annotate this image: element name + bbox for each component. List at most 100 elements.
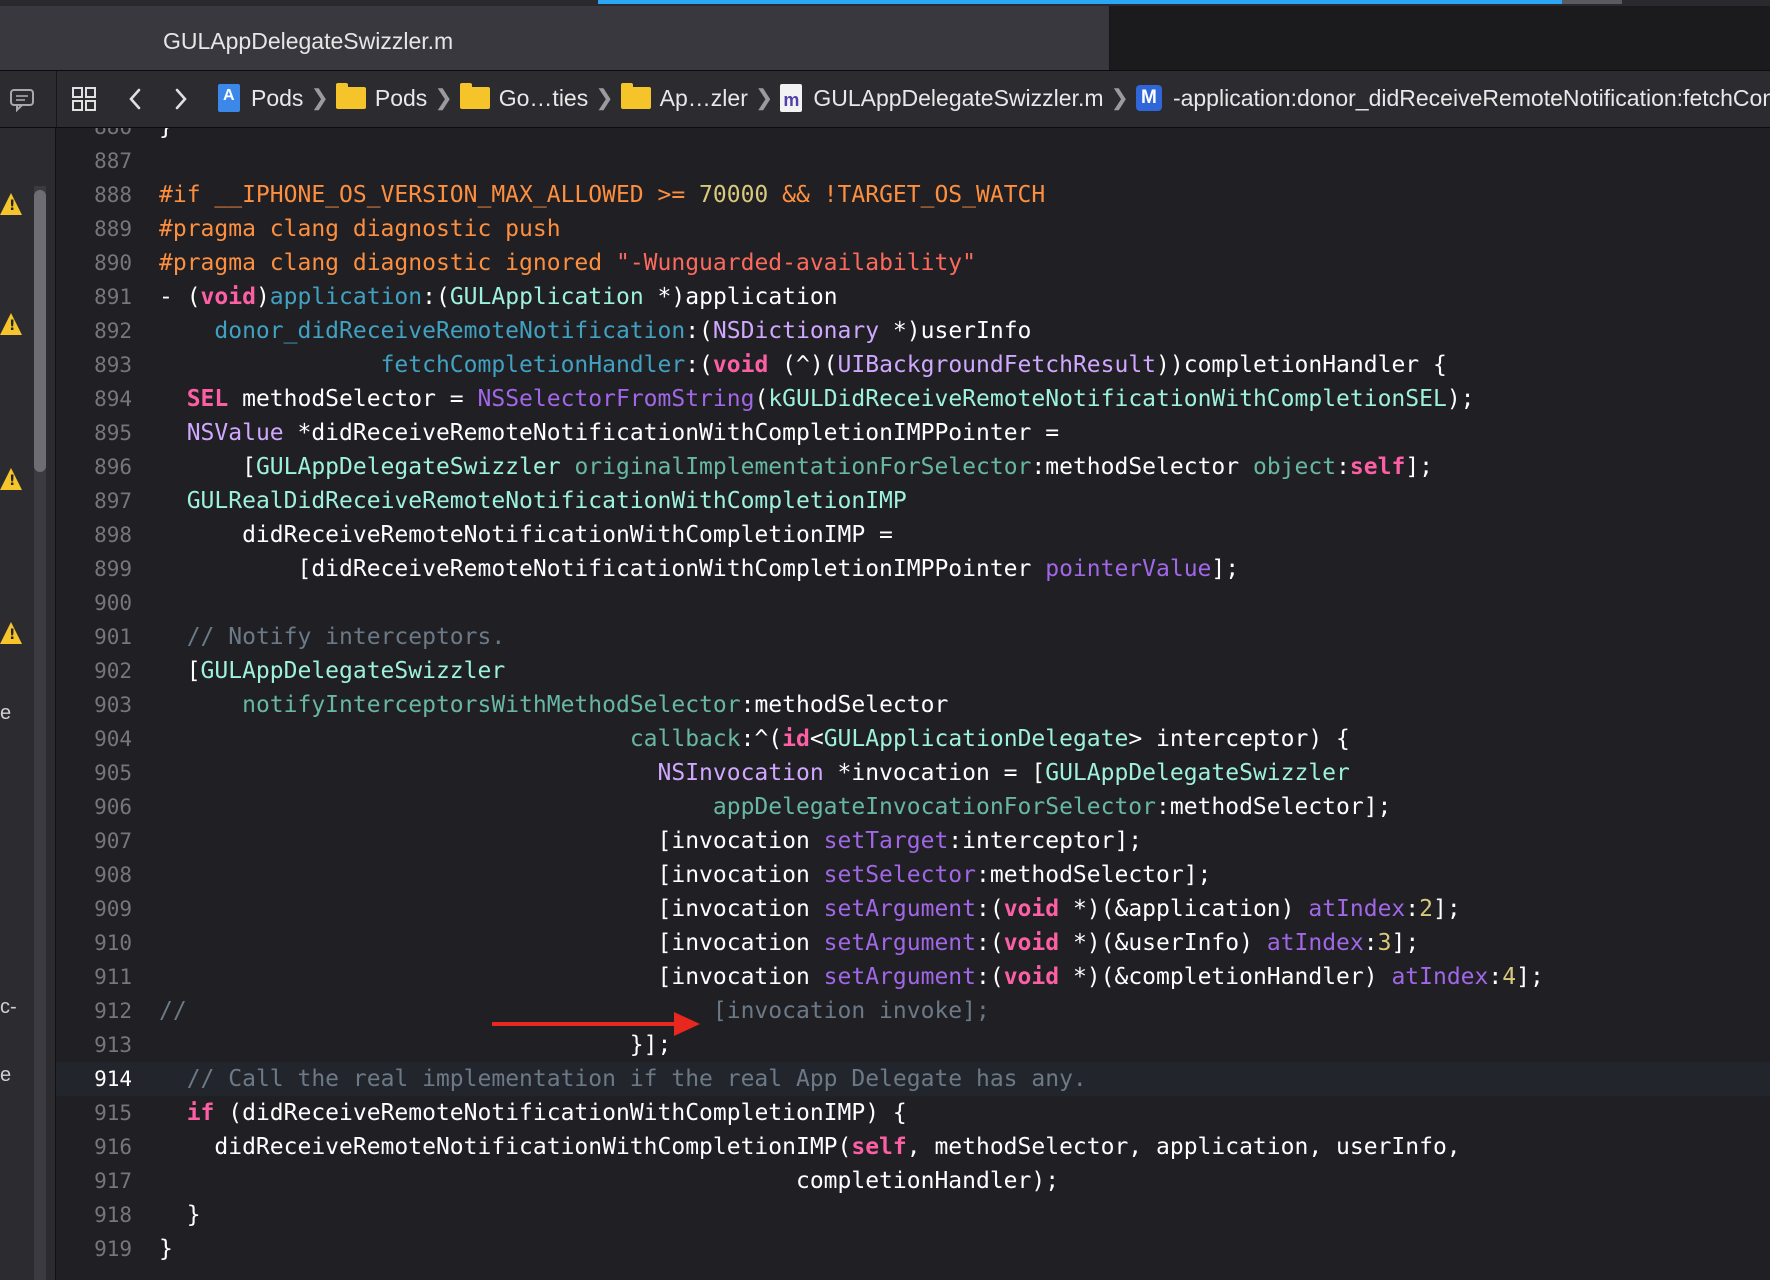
line-number[interactable]: 905 xyxy=(56,756,132,790)
line-number[interactable]: 901 xyxy=(56,620,132,654)
code-line[interactable]: 901 // Notify interceptors. xyxy=(56,620,1770,654)
code-token: :methodSelector]; xyxy=(1156,794,1392,820)
line-number[interactable]: 898 xyxy=(56,518,132,552)
breadcrumb-item-pods-folder[interactable]: Pods xyxy=(335,83,427,112)
code-line[interactable]: 892 donor_didReceiveRemoteNotification:(… xyxy=(56,314,1770,348)
breadcrumb-item-apzler-folder[interactable]: Ap…zler xyxy=(620,83,748,112)
breadcrumb-item-file[interactable]: GULAppDelegateSwizzler.m xyxy=(780,84,1104,112)
code-line[interactable]: 904 callback:^(id<GULApplicationDelegate… xyxy=(56,722,1770,756)
code-token: [didReceiveRemoteNotificationWithComplet… xyxy=(159,556,1046,582)
line-number[interactable]: 909 xyxy=(56,892,132,926)
line-number[interactable]: 907 xyxy=(56,824,132,858)
code-token: if xyxy=(186,1100,215,1126)
code-line[interactable]: 913 }]; xyxy=(56,1028,1770,1062)
code-token: [invocation xyxy=(159,828,824,854)
code-line[interactable]: 919} xyxy=(56,1232,1770,1266)
line-number[interactable]: 897 xyxy=(56,484,132,518)
line-number[interactable]: 903 xyxy=(56,688,132,722)
code-line[interactable]: 916 didReceiveRemoteNotificationWithComp… xyxy=(56,1130,1770,1164)
code-line[interactable]: 911 [invocation setArgument:(void *)(&co… xyxy=(56,960,1770,994)
scrollbar-thumb[interactable] xyxy=(34,190,46,472)
code-line[interactable]: 909 [invocation setArgument:(void *)(&ap… xyxy=(56,892,1770,926)
line-number[interactable]: 900 xyxy=(56,586,132,620)
code-token: *)(&userInfo) xyxy=(1059,930,1267,956)
tab-gulappdelegateswizzler[interactable]: GULAppDelegateSwizzler.m xyxy=(0,6,1110,70)
line-number[interactable]: 891 xyxy=(56,280,132,314)
line-number[interactable]: 888 xyxy=(56,178,132,212)
code-line[interactable]: 898 didReceiveRemoteNotificationWithComp… xyxy=(56,518,1770,552)
code-line[interactable]: 912// [invocation invoke]; xyxy=(56,994,1770,1028)
code-line[interactable]: 900 xyxy=(56,586,1770,620)
line-number[interactable]: 916 xyxy=(56,1130,132,1164)
code-token: *)userInfo xyxy=(879,318,1032,344)
code-text: NSInvocation *invocation = [GULAppDelega… xyxy=(159,756,1350,790)
breadcrumb-item-method[interactable]: M -application:donor_didReceiveRemoteNot… xyxy=(1135,85,1770,112)
line-number[interactable]: 912 xyxy=(56,994,132,1028)
code-text: donor_didReceiveRemoteNotification:(NSDi… xyxy=(159,314,1031,348)
line-number[interactable]: 894 xyxy=(56,382,132,416)
line-number[interactable]: 914 xyxy=(56,1062,132,1096)
code-line[interactable]: 907 [invocation setTarget:interceptor]; xyxy=(56,824,1770,858)
warning-icon[interactable] xyxy=(0,468,22,490)
line-number[interactable]: 917 xyxy=(56,1164,132,1198)
code-line[interactable]: 890 #pragma clang diagnostic ignored "-Wu… xyxy=(56,246,1770,280)
breadcrumb-item-goties-folder[interactable]: Go…ties xyxy=(459,83,588,112)
tab-title: GULAppDelegateSwizzler.m xyxy=(163,28,454,54)
code-line[interactable]: 915 if (didReceiveRemoteNotificationWith… xyxy=(56,1096,1770,1130)
line-number[interactable]: 911 xyxy=(56,960,132,994)
code-line[interactable]: 902 [GULAppDelegateSwizzler xyxy=(56,654,1770,688)
warning-icon[interactable] xyxy=(0,193,22,215)
line-number[interactable]: 896 xyxy=(56,450,132,484)
line-number[interactable]: 889 xyxy=(56,212,132,246)
code-line[interactable]: 917 completionHandler); xyxy=(56,1164,1770,1198)
forward-chevron-icon[interactable] xyxy=(166,85,194,113)
code-line[interactable]: 905 NSInvocation *invocation = [GULAppDe… xyxy=(56,756,1770,790)
code-line[interactable]: 889 #pragma clang diagnostic push xyxy=(56,212,1770,246)
line-number[interactable]: 915 xyxy=(56,1096,132,1130)
line-number[interactable]: 890 xyxy=(56,246,132,280)
line-number[interactable]: 893 xyxy=(56,348,132,382)
code-editor[interactable]: 886}887888#if __IPHONE_OS_VERSION_MAX_AL… xyxy=(56,128,1770,1280)
code-line[interactable]: 891 - (void)application:(GULApplication *… xyxy=(56,280,1770,314)
line-number[interactable]: 913 xyxy=(56,1028,132,1062)
code-line[interactable]: 899 [didReceiveRemoteNotificationWithCom… xyxy=(56,552,1770,586)
code-line[interactable]: 896 [GULAppDelegateSwizzler originalImpl… xyxy=(56,450,1770,484)
code-line[interactable]: 906 appDelegateInvocationForSelector:met… xyxy=(56,790,1770,824)
code-text: [GULAppDelegateSwizzler originalImplemen… xyxy=(159,450,1433,484)
line-number[interactable]: 904 xyxy=(56,722,132,756)
code-token: atIndex xyxy=(1308,896,1406,922)
code-line[interactable]: 887 xyxy=(56,144,1770,178)
code-line[interactable]: 903 notifyInterceptorsWithMethodSelector… xyxy=(56,688,1770,722)
line-number[interactable]: 895 xyxy=(56,416,132,450)
warning-icon[interactable] xyxy=(0,622,22,644)
breadcrumb-item-pods-project[interactable]: Pods xyxy=(218,84,303,112)
line-number[interactable]: 902 xyxy=(56,654,132,688)
code-line[interactable]: 893 fetchCompletionHandler:(void (^)(UIB… xyxy=(56,348,1770,382)
code-line[interactable]: 895 NSValue *didReceiveRemoteNotificatio… xyxy=(56,416,1770,450)
code-line[interactable]: 894 SEL methodSelector = NSSelectorFromS… xyxy=(56,382,1770,416)
code-line[interactable]: 918 } xyxy=(56,1198,1770,1232)
code-text: didReceiveRemoteNotificationWithCompleti… xyxy=(159,1130,1460,1164)
code-line[interactable]: 897 GULRealDidReceiveRemoteNotificationW… xyxy=(56,484,1770,518)
line-number[interactable]: 906 xyxy=(56,790,132,824)
code-line[interactable]: 908 [invocation setSelector:methodSelect… xyxy=(56,858,1770,892)
code-line-current[interactable]: 914 // Call the real implementation if t… xyxy=(56,1062,1770,1096)
warning-icon[interactable] xyxy=(0,313,22,335)
comment-bubble-icon[interactable] xyxy=(8,85,36,113)
line-number[interactable]: 887 xyxy=(56,144,132,178)
code-line[interactable]: 910 [invocation setArgument:(void *)(&us… xyxy=(56,926,1770,960)
line-number[interactable]: 899 xyxy=(56,552,132,586)
line-number[interactable]: 918 xyxy=(56,1198,132,1232)
code-token: completionHandler); xyxy=(159,1168,1060,1194)
code-line[interactable]: 888 #if __IPHONE_OS_VERSION_MAX_ALLOWED >… xyxy=(56,178,1770,212)
line-number[interactable]: 908 xyxy=(56,858,132,892)
line-number[interactable]: 886 xyxy=(56,128,132,144)
related-items-grid-icon[interactable] xyxy=(70,85,98,113)
line-number[interactable]: 892 xyxy=(56,314,132,348)
line-number[interactable]: 919 xyxy=(56,1232,132,1266)
back-chevron-icon[interactable] xyxy=(122,85,150,113)
code-line[interactable]: 886} xyxy=(56,128,1770,144)
line-number[interactable]: 910 xyxy=(56,926,132,960)
